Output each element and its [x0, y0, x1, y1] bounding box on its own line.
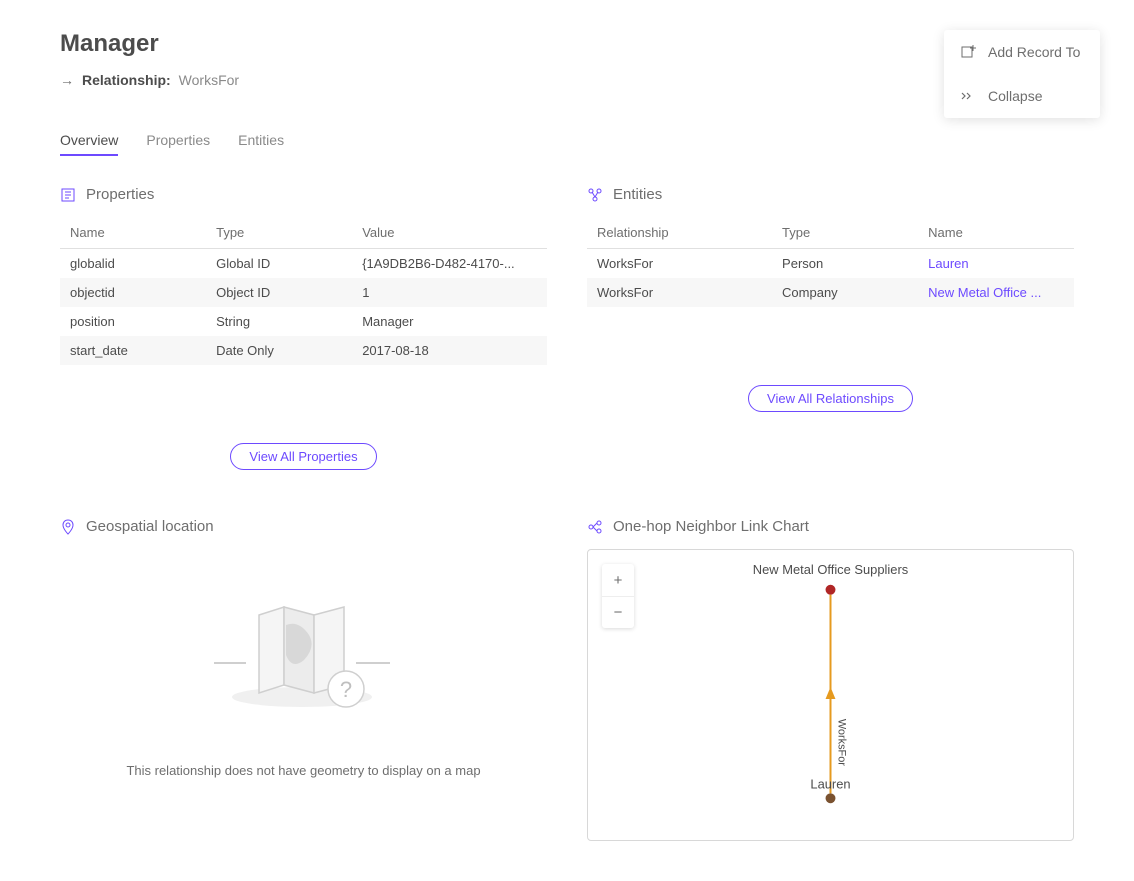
- chart-node-top[interactable]: [826, 585, 836, 595]
- zoom-out-button[interactable]: −: [602, 596, 634, 628]
- properties-heading: Properties: [86, 186, 154, 203]
- breadcrumb: → Relationship: WorksFor: [60, 72, 1074, 88]
- properties-table: Name Type Value globalid Global ID {1A9D…: [60, 217, 547, 365]
- entities-table: Relationship Type Name WorksFor Person L…: [587, 217, 1074, 307]
- chart-node-bottom[interactable]: [826, 793, 836, 803]
- col-rel: Relationship: [587, 217, 772, 249]
- view-all-relationships-button[interactable]: View All Relationships: [748, 385, 913, 412]
- menu-add-record-label: Add Record To: [988, 44, 1080, 60]
- edge-arrow-icon: [826, 687, 836, 699]
- link-chart[interactable]: + − New Metal Office Suppliers WorksFor …: [587, 549, 1074, 841]
- breadcrumb-label: Relationship:: [82, 72, 171, 88]
- page-title: Manager: [60, 30, 1074, 58]
- link-chart-icon: [587, 519, 603, 535]
- col-etype: Type: [772, 217, 918, 249]
- entity-link[interactable]: New Metal Office ...: [928, 285, 1041, 300]
- no-geometry-icon: ?: [204, 585, 404, 715]
- chart-node-bottom-label: Lauren: [810, 776, 850, 791]
- menu-add-record[interactable]: Add Record To: [944, 30, 1100, 74]
- chart-node-top-label: New Metal Office Suppliers: [753, 562, 908, 577]
- col-name: Name: [60, 217, 206, 249]
- table-row: globalid Global ID {1A9DB2B6-D482-4170-.…: [60, 249, 547, 279]
- tab-entities[interactable]: Entities: [238, 126, 284, 156]
- view-all-properties-button[interactable]: View All Properties: [230, 443, 376, 470]
- chart-edge-label: WorksFor: [835, 719, 847, 766]
- table-row: objectid Object ID 1: [60, 278, 547, 307]
- properties-icon: [60, 187, 76, 203]
- zoom-controls: + −: [602, 564, 634, 628]
- menu-collapse[interactable]: Collapse: [944, 74, 1100, 118]
- table-row: position String Manager: [60, 307, 547, 336]
- tabs: Overview Properties Entities: [60, 126, 1074, 156]
- menu-collapse-label: Collapse: [988, 88, 1042, 104]
- tab-overview[interactable]: Overview: [60, 126, 118, 156]
- breadcrumb-value: WorksFor: [179, 72, 239, 88]
- table-row: start_date Date Only 2017-08-18: [60, 336, 547, 365]
- svg-text:?: ?: [339, 677, 351, 702]
- geo-empty-msg: This relationship does not have geometry…: [60, 763, 547, 778]
- properties-section: Properties Name Type Value globalid Glob…: [60, 186, 547, 470]
- entities-section: Entities Relationship Type Name WorksFor…: [587, 186, 1074, 470]
- col-value: Value: [352, 217, 547, 249]
- entity-link[interactable]: Lauren: [928, 256, 968, 271]
- col-type: Type: [206, 217, 352, 249]
- collapse-icon: [960, 88, 976, 104]
- tab-properties[interactable]: Properties: [146, 126, 210, 156]
- link-chart-svg: New Metal Office Suppliers WorksFor Laur…: [588, 550, 1073, 840]
- zoom-in-button[interactable]: +: [602, 564, 634, 596]
- entities-icon: [587, 187, 603, 203]
- table-row: WorksFor Person Lauren: [587, 249, 1074, 279]
- context-menu: Add Record To Collapse: [944, 30, 1100, 118]
- table-row: WorksFor Company New Metal Office ...: [587, 278, 1074, 307]
- geo-section: Geospatial location ? This relat: [60, 518, 547, 841]
- col-ename: Name: [918, 217, 1074, 249]
- geo-heading: Geospatial location: [86, 518, 214, 535]
- entities-heading: Entities: [613, 186, 662, 203]
- arrow-right-icon: →: [60, 72, 74, 88]
- chart-heading: One-hop Neighbor Link Chart: [613, 518, 809, 535]
- add-record-icon: [960, 44, 976, 60]
- pin-icon: [60, 519, 76, 535]
- chart-section: One-hop Neighbor Link Chart + − New Meta…: [587, 518, 1074, 841]
